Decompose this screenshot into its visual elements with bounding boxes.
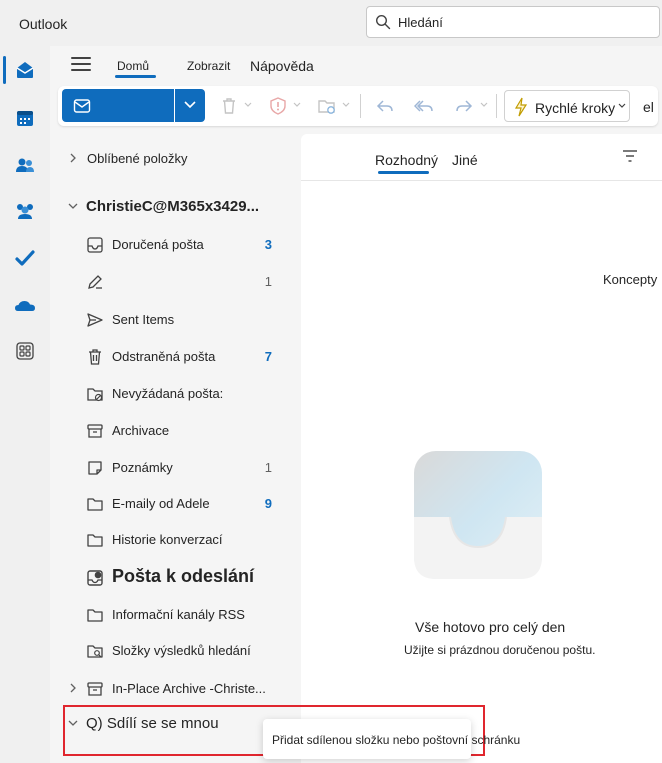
search-folder-icon — [87, 645, 103, 658]
folder-label: Archivace — [112, 423, 170, 438]
lightning-icon — [514, 97, 528, 117]
move-to-folder-icon[interactable] — [317, 96, 337, 116]
folder-label: Složky výsledků hledání — [112, 643, 251, 658]
folder-rss[interactable]: Informační kanály RSS — [60, 599, 292, 631]
send-icon — [87, 313, 103, 327]
folder-label: Informační kanály RSS — [112, 607, 245, 622]
unread-count: 9 — [264, 496, 272, 511]
folder-label: Odstraněná pošta — [112, 349, 216, 364]
inbox-icon — [87, 237, 103, 253]
search-placeholder: Hledání — [398, 15, 443, 30]
tab-help[interactable]: Nápověda — [250, 58, 314, 74]
groups-app-icon[interactable] — [14, 200, 36, 222]
empty-inbox-title: Vše hotovo pro celý den — [415, 619, 566, 635]
outbox-icon — [87, 570, 103, 586]
junk-folder-icon — [87, 388, 103, 402]
mail-icon — [73, 99, 91, 113]
folder-in-place-archive[interactable]: In-Place Archive -Christe... — [60, 673, 292, 705]
chevron-down-icon — [68, 203, 78, 209]
more-apps-icon[interactable] — [14, 340, 36, 362]
folder-emails-from-adele[interactable]: E-maily od Adele 9 — [60, 488, 292, 520]
tab-other[interactable]: Jiné — [452, 152, 478, 168]
chevron-down-icon[interactable] — [244, 101, 252, 109]
app-title: Outlook — [19, 16, 68, 32]
reply-icon[interactable] — [375, 96, 395, 116]
delete-icon[interactable] — [219, 96, 239, 116]
new-mail-dropdown-button[interactable] — [175, 89, 205, 122]
draft-pencil-icon — [88, 275, 102, 289]
mail-app-icon[interactable] — [14, 59, 36, 81]
folder-archive[interactable]: Archivace — [60, 415, 292, 447]
favorites-header[interactable]: Oblíbené položky — [60, 143, 292, 175]
unread-count: 7 — [264, 349, 272, 364]
folder-sent-items[interactable]: Sent Items — [60, 304, 292, 336]
empty-inbox-subtitle: Užijte si prázdnou doručenou poštu. — [404, 643, 596, 657]
archive-icon — [87, 424, 103, 438]
todo-app-icon[interactable] — [14, 247, 36, 269]
filter-icon[interactable] — [622, 149, 638, 163]
unread-count: 3 — [264, 237, 272, 252]
account-header[interactable]: ChristieC@M365x3429... — [60, 191, 292, 223]
folder-search-results[interactable]: Složky výsledků hledání — [60, 635, 292, 667]
folder-icon — [87, 534, 103, 547]
item-count: 1 — [264, 460, 272, 475]
add-shared-folder-text[interactable]: Přidat sdílenou složku nebo poštovní sch… — [272, 733, 520, 747]
folder-drafts[interactable]: 1 — [60, 266, 292, 298]
rail-selection-indicator — [3, 56, 6, 84]
ribbon-separator — [360, 94, 361, 118]
folder-junk[interactable]: Nevyžádaná pošta: — [60, 378, 292, 410]
folder-label: Historie konverzací — [112, 532, 223, 547]
search-input[interactable]: Hledání — [366, 6, 660, 38]
archive-icon — [87, 682, 103, 696]
folder-label: Sent Items — [112, 312, 175, 327]
folder-outbox[interactable]: Pošta k odeslání — [60, 562, 292, 594]
chevron-right-icon — [70, 683, 76, 693]
hamburger-menu-icon[interactable] — [71, 57, 91, 71]
note-icon — [88, 461, 102, 475]
folder-label: Doručená pošta — [112, 237, 204, 252]
chevron-down-icon[interactable] — [293, 101, 301, 109]
tab-focused-underline — [378, 171, 429, 174]
chevron-down-icon — [618, 103, 626, 108]
folder-conversation-history[interactable]: Historie konverzací — [60, 524, 292, 556]
folder-label: Nevyžádaná pošta: — [112, 386, 224, 401]
folder-icon — [87, 609, 103, 622]
folder-inbox[interactable]: Doručená pošta 3 — [60, 229, 292, 261]
folder-notes[interactable]: Poznámky 1 — [60, 452, 292, 484]
favorites-label: Oblíbené položky — [87, 151, 188, 166]
folder-label: Pošta k odeslání — [112, 566, 255, 586]
chevron-down-icon — [184, 101, 196, 109]
chevron-down-icon[interactable] — [342, 101, 350, 109]
report-icon[interactable] — [268, 96, 288, 116]
reply-all-icon[interactable] — [414, 96, 434, 116]
quick-steps-label: Rychlé kroky — [535, 100, 616, 116]
drafts-tooltip-label: Koncepty — [603, 272, 658, 287]
list-divider — [301, 180, 662, 181]
new-mail-button[interactable] — [62, 89, 174, 122]
search-icon — [375, 14, 391, 30]
folder-label: In-Place Archive -Christe... — [112, 681, 266, 696]
empty-inbox-illustration — [414, 451, 542, 579]
folder-label: Poznámky — [112, 460, 173, 475]
chevron-down-icon[interactable] — [480, 101, 488, 109]
quick-steps-button[interactable]: Rychlé kroky — [504, 90, 630, 122]
chevron-right-icon — [70, 153, 76, 163]
account-label: ChristieC@M365x3429... — [86, 198, 260, 215]
trash-icon — [89, 349, 101, 365]
folder-deleted[interactable]: Odstraněná pošta 7 — [60, 341, 292, 373]
people-app-icon[interactable] — [14, 154, 36, 176]
tab-focused[interactable]: Rozhodný — [375, 152, 438, 168]
item-count: 1 — [264, 274, 272, 289]
folder-label: E-maily od Adele — [112, 496, 210, 511]
onedrive-app-icon[interactable] — [14, 295, 36, 317]
forward-icon[interactable] — [454, 96, 474, 116]
tab-home-underline — [115, 75, 156, 78]
calendar-app-icon[interactable] — [14, 107, 36, 129]
ribbon-separator — [496, 94, 497, 118]
tab-home[interactable]: Domů — [117, 59, 149, 73]
folder-icon — [87, 498, 103, 511]
tab-view[interactable]: Zobrazit — [187, 59, 230, 73]
ribbon-overflow-text[interactable]: el — [643, 99, 654, 115]
